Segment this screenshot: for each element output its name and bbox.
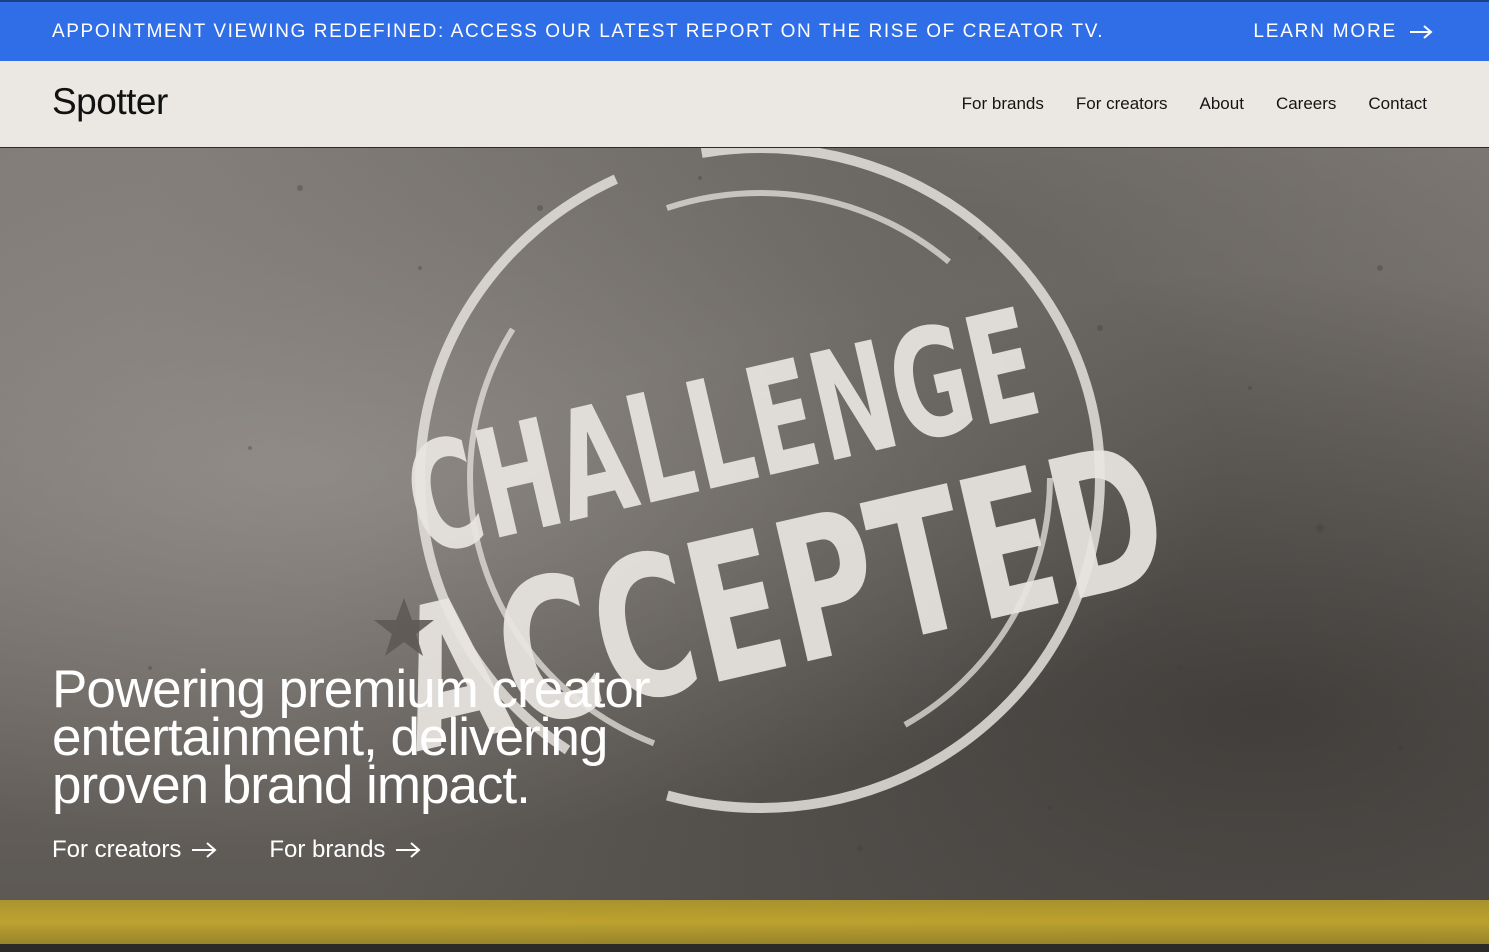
arrow-right-icon: [396, 842, 421, 858]
hero-headline-line-3: proven brand impact.: [52, 756, 531, 815]
for-creators-link[interactable]: For creators: [52, 836, 217, 864]
main-nav: For brands For creators About Careers Co…: [962, 94, 1427, 114]
hero-headline: Powering premium creator entertainment, …: [52, 663, 772, 812]
nav-link-about[interactable]: About: [1200, 94, 1244, 114]
hero-section: CHALLENGE ACCEPTED Powering premium crea…: [0, 148, 1489, 952]
yellow-stripe: [0, 900, 1489, 944]
arrow-right-icon: [1410, 24, 1433, 39]
bottom-strip: [0, 944, 1489, 952]
hero-cta-row: For creators For brands: [52, 836, 421, 864]
spotter-logo[interactable]: Spotter: [52, 81, 168, 123]
nav-link-for-brands[interactable]: For brands: [962, 94, 1044, 114]
nav-link-contact[interactable]: Contact: [1368, 94, 1427, 114]
nav-link-careers[interactable]: Careers: [1276, 94, 1336, 114]
challenge-accepted-stamp-image: CHALLENGE ACCEPTED: [148, 148, 1403, 851]
for-brands-label: For brands: [269, 836, 386, 863]
announcement-banner: APPOINTMENT VIEWING REDEFINED: ACCESS OU…: [0, 0, 1489, 61]
for-brands-link[interactable]: For brands: [269, 836, 421, 864]
site-header: Spotter For brands For creators About Ca…: [0, 61, 1489, 148]
learn-more-link[interactable]: LEARN MORE: [1253, 21, 1433, 43]
learn-more-label: LEARN MORE: [1253, 20, 1397, 42]
arrow-right-icon: [192, 842, 217, 858]
for-creators-label: For creators: [52, 836, 182, 863]
banner-text: APPOINTMENT VIEWING REDEFINED: ACCESS OU…: [52, 20, 1105, 42]
nav-link-for-creators[interactable]: For creators: [1076, 94, 1168, 114]
